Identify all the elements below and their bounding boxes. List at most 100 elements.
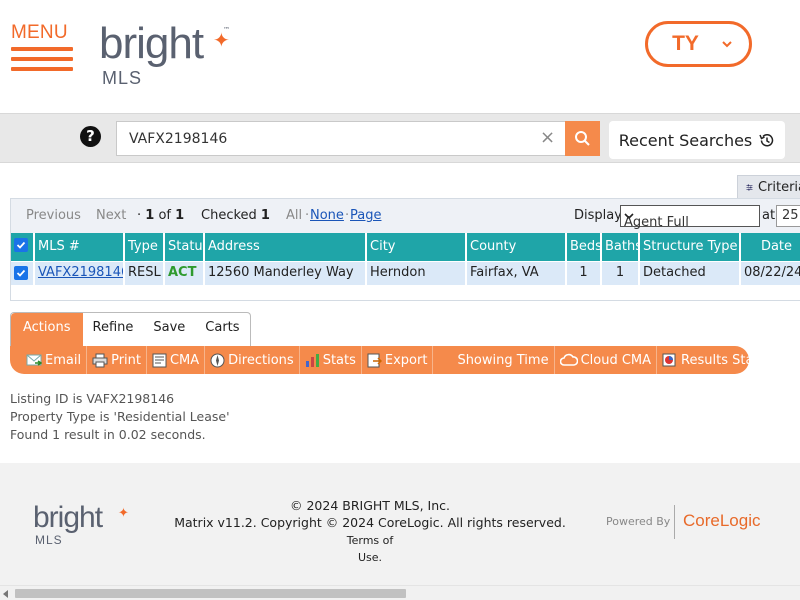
- corelogic-logo: CoreLogic: [683, 511, 761, 530]
- menu-label[interactable]: MENU: [11, 22, 73, 44]
- cma-button[interactable]: CMA: [147, 346, 206, 374]
- page-total: 1: [175, 208, 185, 223]
- matrix-line: Matrix v11.2. Copyright © 2024 CoreLogic…: [160, 514, 580, 549]
- horizontal-scrollbar[interactable]: [0, 585, 800, 600]
- column-header-beds[interactable]: Beds: [567, 233, 602, 261]
- showing-time-label: Showing Time: [457, 352, 549, 368]
- tab-actions[interactable]: Actions: [11, 313, 83, 347]
- directions-button[interactable]: Directions: [205, 346, 300, 374]
- column-header-structure-type[interactable]: Structure Type: [640, 233, 741, 261]
- print-label: Print: [111, 352, 141, 368]
- row-checkbox[interactable]: [11, 261, 35, 285]
- mls-number-link[interactable]: VAFX2198146: [38, 265, 123, 280]
- bright-mls-logo[interactable]: bright ✦ ™ MLS: [99, 19, 230, 89]
- select-all-checkbox[interactable]: [11, 233, 35, 261]
- tab-save[interactable]: Save: [143, 313, 195, 347]
- footer-divider: [674, 505, 675, 539]
- display-select[interactable]: Agent Full: [620, 205, 760, 230]
- select-page-link[interactable]: Page: [350, 208, 381, 223]
- top-header: MENU bright ✦ ™ MLS TY: [0, 0, 800, 113]
- checked-count: 1: [260, 208, 270, 223]
- actions-toolbar: Email Print CMA Directions Stats Export …: [10, 346, 765, 374]
- separator: ·: [305, 208, 310, 223]
- footer-logo-star-icon: ✦: [118, 506, 129, 521]
- search-bar: ? × Recent Searches: [0, 113, 800, 163]
- column-header-county[interactable]: County: [467, 233, 567, 261]
- column-header-status[interactable]: Status: [165, 233, 205, 261]
- cell-county: Fairfax, VA: [467, 261, 567, 285]
- column-header-city[interactable]: City: [367, 233, 467, 261]
- search-input[interactable]: [116, 121, 566, 156]
- footer-logo-subtext: MLS: [35, 533, 63, 547]
- column-header-type[interactable]: Type: [125, 233, 165, 261]
- next-link[interactable]: Next: [96, 208, 126, 223]
- stats-button[interactable]: Stats: [300, 346, 362, 374]
- tab-refine[interactable]: Refine: [83, 313, 144, 347]
- column-header-date[interactable]: Date: [741, 233, 800, 261]
- scrollbar-thumb[interactable]: [15, 589, 406, 598]
- directions-icon: [210, 353, 225, 367]
- page-current: 1: [145, 208, 155, 223]
- help-icon[interactable]: ?: [80, 126, 101, 147]
- menu-bar-icon: [11, 57, 73, 61]
- page-footer: bright ✦ MLS © 2024 BRIGHT MLS, Inc. Mat…: [0, 463, 800, 585]
- menu-button[interactable]: MENU: [11, 22, 73, 71]
- tab-carts[interactable]: Carts: [195, 313, 249, 347]
- select-all-link[interactable]: All: [286, 208, 302, 223]
- recent-searches-button[interactable]: Recent Searches: [609, 121, 785, 159]
- table-row[interactable]: VAFX2198146 RESL ACT 12560 Manderley Way…: [11, 261, 800, 285]
- logo-text: bright: [99, 19, 204, 68]
- cell-type: RESL: [125, 261, 165, 285]
- cell-mls[interactable]: VAFX2198146: [35, 261, 125, 285]
- directions-label: Directions: [228, 352, 294, 368]
- select-none-link[interactable]: None: [310, 208, 344, 223]
- results-count-select[interactable]: 25: [776, 205, 800, 227]
- email-button[interactable]: Email: [10, 346, 88, 374]
- checkbox-checked-icon: [14, 238, 28, 252]
- history-icon: [759, 133, 774, 146]
- export-button[interactable]: Export: [362, 346, 434, 374]
- results-stats-button[interactable]: Results Stats: [657, 346, 770, 374]
- powered-by-label: Powered By: [606, 515, 671, 528]
- column-header-mls[interactable]: MLS #: [35, 233, 125, 261]
- column-header-baths[interactable]: Baths: [602, 233, 640, 261]
- showing-time-button[interactable]: Showing Time: [433, 346, 555, 374]
- terms-link-continued[interactable]: Use.: [160, 549, 580, 566]
- print-icon: [92, 353, 108, 367]
- recent-searches-label: Recent Searches: [618, 130, 753, 150]
- copyright-line: © 2024 BRIGHT MLS, Inc.: [290, 498, 450, 513]
- trademark-icon: ™: [223, 26, 230, 34]
- checkbox-checked-icon: [14, 266, 28, 280]
- cloud-cma-button[interactable]: Cloud CMA: [555, 346, 658, 374]
- scroll-left-arrow-icon[interactable]: [3, 590, 8, 598]
- cell-beds: 1: [567, 261, 602, 285]
- menu-bar-icon: [11, 47, 73, 51]
- previous-link[interactable]: Previous: [26, 208, 81, 223]
- page-indicator: · 1 of 1: [137, 208, 185, 223]
- at-label: at: [762, 208, 776, 223]
- clear-search-icon[interactable]: ×: [540, 127, 555, 148]
- cma-label: CMA: [169, 352, 200, 368]
- footer-copyright: © 2024 BRIGHT MLS, Inc. Matrix v11.2. Co…: [160, 497, 580, 566]
- cell-structure-type: Detached: [640, 261, 741, 285]
- terms-link[interactable]: Terms of: [347, 534, 394, 547]
- menu-bar-icon: [11, 67, 73, 71]
- display-select-value: Agent Full: [624, 215, 689, 230]
- results-stats-label: Results Stats: [681, 352, 766, 368]
- display-label: Display: [574, 208, 622, 223]
- print-button[interactable]: Print: [87, 346, 147, 374]
- email-label: Email: [45, 352, 82, 368]
- footer-bright-mls-logo: bright ✦ MLS: [33, 503, 129, 548]
- user-initials: TY: [672, 32, 699, 55]
- export-icon: [367, 353, 382, 367]
- search-button[interactable]: [565, 121, 600, 156]
- criteria-tab[interactable]: Criteria: [737, 175, 800, 199]
- export-label: Export: [384, 352, 428, 368]
- column-header-address[interactable]: Address: [205, 233, 367, 261]
- separator: ·: [345, 208, 350, 223]
- user-menu-button[interactable]: TY: [645, 21, 752, 67]
- stats-label: Stats: [322, 352, 356, 368]
- criteria-label: Criteria: [757, 179, 800, 195]
- results-stats-icon: [662, 353, 676, 366]
- table-header-row: MLS # Type Status Address City County Be…: [11, 233, 800, 261]
